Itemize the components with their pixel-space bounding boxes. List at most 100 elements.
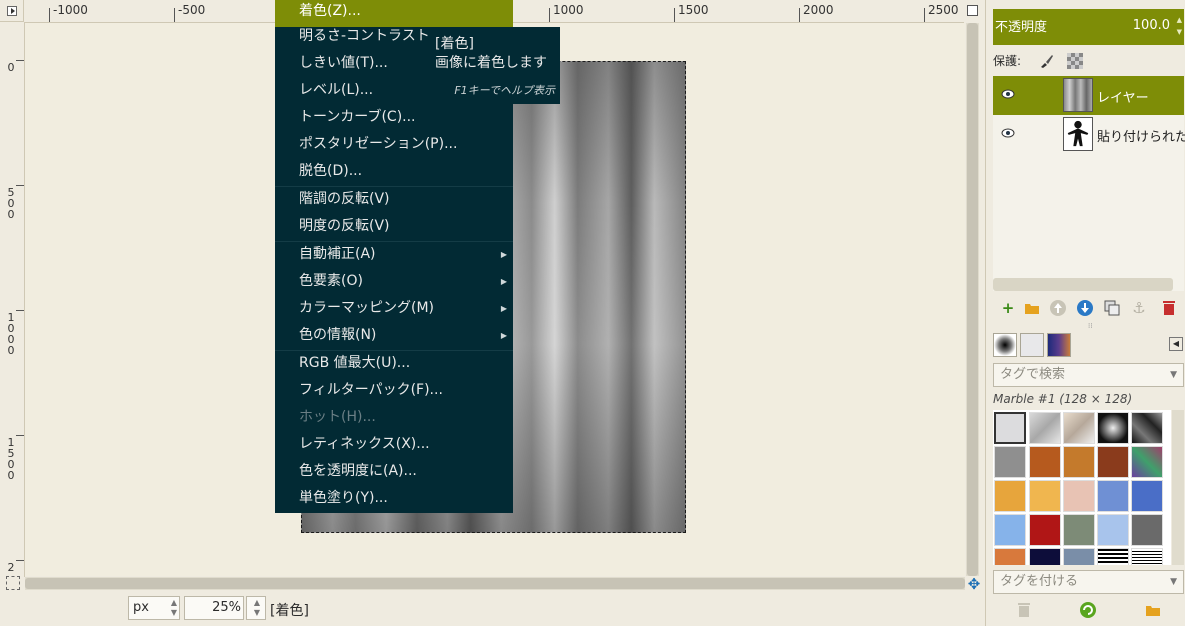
navigate-icon xyxy=(967,5,978,16)
menu-item-colorize[interactable]: 着色(Z)... xyxy=(275,0,513,27)
menu-item-invert[interactable]: 階調の反転(V) xyxy=(275,188,513,215)
scrollbar-thumb[interactable] xyxy=(967,23,978,576)
layer-name[interactable]: 貼り付けられた xyxy=(1097,126,1185,145)
tab-patterns[interactable] xyxy=(1020,333,1044,357)
pattern-swatch[interactable] xyxy=(1097,412,1129,444)
refresh-patterns-icon[interactable] xyxy=(1079,601,1097,619)
layer-row[interactable]: レイヤー xyxy=(993,76,1184,115)
layers-scrollbar[interactable] xyxy=(993,278,1173,291)
pattern-swatch[interactable] xyxy=(1131,480,1163,512)
pattern-swatch[interactable] xyxy=(1029,412,1061,444)
patterns-scrollbar[interactable] xyxy=(1172,410,1184,565)
tag-apply-field[interactable]: タグを付ける ▼ xyxy=(993,570,1184,594)
pattern-swatch[interactable] xyxy=(1063,514,1095,546)
pattern-swatch[interactable] xyxy=(1097,548,1129,565)
menu-item-color-to-alpha[interactable]: 色を透明度に(A)... xyxy=(275,460,513,487)
menu-item-colorify[interactable]: 単色塗り(Y)... xyxy=(275,487,513,514)
lock-pixels-brush-icon[interactable] xyxy=(1039,53,1055,69)
chevron-down-icon[interactable]: ▼ xyxy=(1170,571,1177,593)
vertical-scrollbar[interactable] xyxy=(966,23,979,576)
pattern-swatch[interactable] xyxy=(1131,514,1163,546)
lower-layer-icon[interactable] xyxy=(1076,299,1094,317)
submenu-arrow-icon: ▶ xyxy=(500,331,507,340)
pattern-swatch[interactable] xyxy=(994,412,1026,444)
pattern-swatch[interactable] xyxy=(1029,548,1061,565)
pattern-swatch[interactable] xyxy=(1131,548,1163,565)
tag-search-field[interactable]: タグで検索 ▼ xyxy=(993,363,1184,387)
chevron-down-icon[interactable]: ▼ xyxy=(1170,364,1177,386)
delete-pattern-icon[interactable] xyxy=(1015,601,1033,619)
zoom-value: 25 xyxy=(212,600,229,615)
anchor-layer-icon[interactable]: ⚓ xyxy=(1130,299,1148,317)
menu-separator xyxy=(275,186,513,187)
layers-list[interactable]: レイヤー 貼り付けられた xyxy=(993,76,1185,291)
pattern-swatch[interactable] xyxy=(1131,446,1163,478)
pattern-swatch[interactable] xyxy=(1097,480,1129,512)
zoom-input[interactable]: 25% xyxy=(184,596,244,620)
quick-mask-toggle-icon[interactable] xyxy=(6,576,20,590)
pattern-swatch[interactable] xyxy=(1131,412,1163,444)
delete-layer-icon[interactable] xyxy=(1160,299,1178,317)
zoom-dropdown-button[interactable]: ▲ ▼ xyxy=(246,596,266,620)
pattern-swatch[interactable] xyxy=(994,446,1026,478)
eye-icon[interactable] xyxy=(1001,89,1015,99)
navigation-preview-button[interactable] xyxy=(964,0,984,22)
ruler-tick xyxy=(49,8,50,22)
open-pattern-folder-icon[interactable] xyxy=(1144,601,1162,619)
unit-selector[interactable]: px ▲ ▼ xyxy=(128,596,180,620)
layer-row[interactable]: 貼り付けられた xyxy=(993,115,1185,154)
raise-layer-icon[interactable] xyxy=(1049,299,1067,317)
horizontal-scrollbar[interactable] xyxy=(25,577,965,590)
menu-item-filter-pack[interactable]: フィルターパック(F)... xyxy=(275,379,513,406)
menu-item-auto[interactable]: 自動補正(A) ▶ xyxy=(275,243,513,270)
chevron-updown-icon[interactable]: ▲ ▼ xyxy=(1177,14,1182,38)
duplicate-layer-icon[interactable] xyxy=(1103,299,1121,317)
submenu-arrow-icon: ▶ xyxy=(500,250,507,259)
menu-item-value-invert[interactable]: 明度の反転(V) xyxy=(275,215,513,242)
opacity-spinner[interactable]: 不透明度 100.0 ▲ ▼ xyxy=(993,9,1184,45)
tag-search-placeholder: タグで検索 xyxy=(1000,367,1066,382)
pattern-swatch[interactable] xyxy=(1029,514,1061,546)
navigate-move-icon[interactable]: ✥ xyxy=(966,576,982,592)
pattern-swatch[interactable] xyxy=(1063,480,1095,512)
ruler-label: 500 xyxy=(7,186,15,221)
ruler-tick xyxy=(16,560,24,561)
lock-alpha-checker-icon[interactable] xyxy=(1067,53,1083,69)
lock-label: 保護: xyxy=(993,54,1022,68)
zoom-unit: % xyxy=(228,600,241,615)
pattern-swatch[interactable] xyxy=(1097,446,1129,478)
scrollbar-thumb[interactable] xyxy=(25,578,965,589)
layer-name[interactable]: レイヤー xyxy=(1097,87,1149,106)
pane-resize-handle[interactable]: ⁞⁞ xyxy=(1088,323,1096,330)
pattern-swatch[interactable] xyxy=(1029,446,1061,478)
new-layer-icon[interactable]: + xyxy=(999,299,1017,317)
tab-gradients[interactable] xyxy=(1047,333,1071,357)
menu-item-components[interactable]: 色要素(O) ▶ xyxy=(275,270,513,297)
pattern-swatch[interactable] xyxy=(1063,412,1095,444)
pattern-swatch[interactable] xyxy=(1029,480,1061,512)
pattern-swatch[interactable] xyxy=(1063,446,1095,478)
ruler-label: 1500 xyxy=(7,436,15,482)
patterns-grid[interactable] xyxy=(993,410,1171,565)
menu-item-info[interactable]: 色の情報(N) ▶ xyxy=(275,324,513,351)
pattern-swatch[interactable] xyxy=(994,514,1026,546)
menu-item-desaturate[interactable]: 脱色(D)... xyxy=(275,160,513,187)
pattern-swatch[interactable] xyxy=(1063,548,1095,565)
tab-menu-icon[interactable]: ◀ xyxy=(1169,337,1183,351)
ruler-label: 1500 xyxy=(678,3,709,17)
menu-item-curves[interactable]: トーンカーブ(C)... xyxy=(275,106,513,133)
menu-item-map[interactable]: カラーマッピング(M) ▶ xyxy=(275,297,513,324)
menu-item-maximum-rgb[interactable]: RGB 値最大(U)... xyxy=(275,352,513,379)
ruler-corner-menu-button[interactable] xyxy=(0,0,24,22)
pattern-swatch[interactable] xyxy=(994,480,1026,512)
pattern-swatch[interactable] xyxy=(994,548,1026,565)
ruler-tick xyxy=(16,60,24,61)
menu-item-retinex[interactable]: レティネックス(X)... xyxy=(275,433,513,460)
eye-icon[interactable] xyxy=(1001,128,1015,138)
vertical-ruler[interactable]: 0 500 1000 1500 2 xyxy=(0,22,25,577)
new-layer-group-icon[interactable] xyxy=(1023,299,1041,317)
tab-brushes[interactable] xyxy=(993,333,1017,357)
pattern-swatch[interactable] xyxy=(1097,514,1129,546)
tooltip-description: 画像に着色します xyxy=(435,55,547,71)
menu-item-posterize[interactable]: ポスタリゼーション(P)... xyxy=(275,133,513,160)
